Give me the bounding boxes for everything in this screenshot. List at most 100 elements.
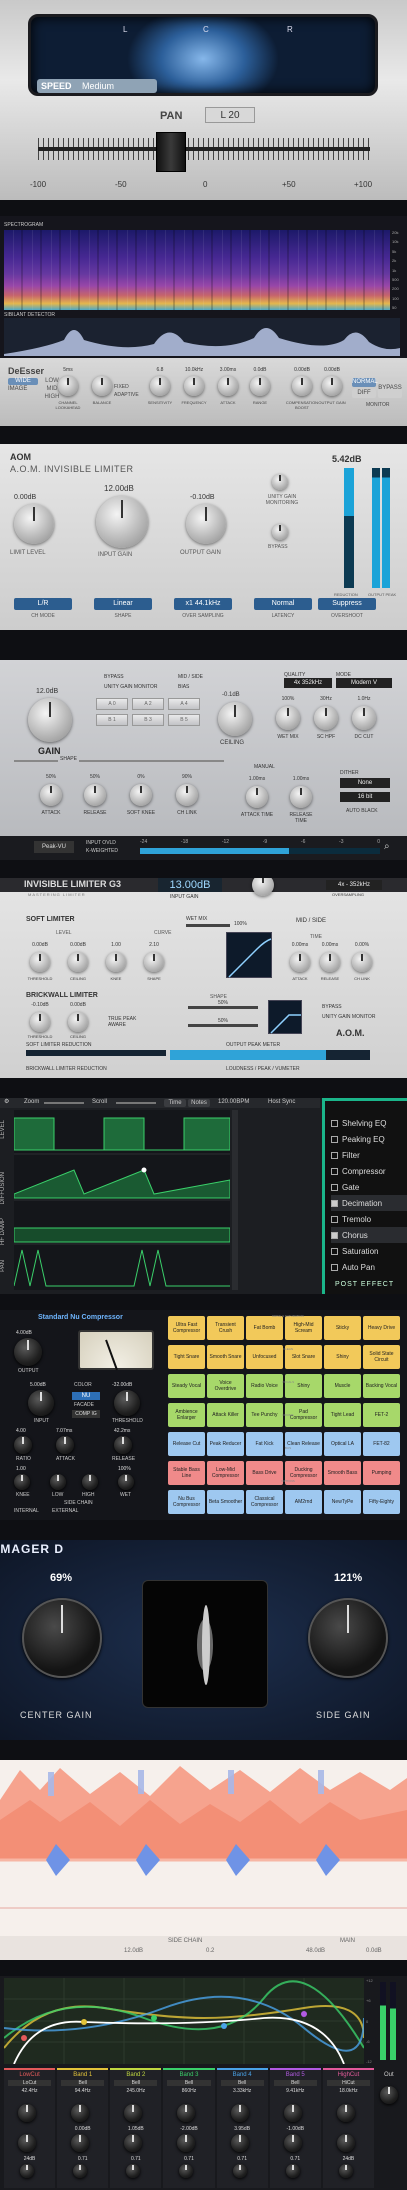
deesser-knob-6[interactable] — [292, 376, 312, 396]
preset-button[interactable]: Steady Vocal — [168, 1374, 205, 1398]
effect-item[interactable]: Shelving EQ — [331, 1115, 407, 1131]
speed-selector[interactable]: SPEED Medium — [37, 79, 157, 93]
preset-button[interactable]: Pumping — [363, 1461, 400, 1485]
scroll-label[interactable]: Scroll — [92, 1099, 107, 1105]
eq-band-type-select[interactable]: LoCut — [8, 2080, 52, 2086]
eq-gain-knob[interactable] — [124, 2134, 143, 2152]
effect-item[interactable]: Gate — [331, 1179, 407, 1195]
eq-band-title[interactable]: Band 3 — [163, 2072, 214, 2078]
aom-mode-button-3[interactable]: Normal — [254, 598, 312, 610]
preset-button[interactable]: Shiny — [324, 1345, 361, 1369]
release-slider[interactable] — [188, 1024, 258, 1027]
output-gain-knob[interactable] — [186, 504, 226, 544]
quality-select[interactable]: 4x 352kHz — [284, 678, 332, 688]
preset-button[interactable]: FET-82 — [363, 1432, 400, 1456]
effect-item[interactable]: Compressor — [331, 1163, 407, 1179]
eq-band-title[interactable]: LowCut — [4, 2072, 55, 2078]
deesser-knob-1[interactable] — [92, 376, 112, 396]
effect-checkbox[interactable] — [331, 1135, 338, 1143]
eq-curve-display[interactable] — [4, 1978, 364, 2064]
preset-button[interactable]: Nu Bus Compressor — [168, 1490, 205, 1514]
sc-low-knob[interactable] — [50, 1474, 66, 1490]
wet-mix-slider[interactable] — [186, 924, 230, 927]
eq-q-knob[interactable] — [285, 2164, 300, 2178]
g3-brick-knob-0[interactable] — [30, 1012, 50, 1032]
eq-band-type-select[interactable]: Bell — [61, 2080, 105, 2086]
zoom-label[interactable]: Zoom — [24, 1099, 39, 1105]
eq-band-type-select[interactable]: HiCut — [326, 2080, 370, 2086]
eq-gain-knob[interactable] — [283, 2134, 302, 2152]
effect-checkbox[interactable] — [331, 1263, 338, 1271]
preset-button[interactable]: FET-2 — [363, 1403, 400, 1427]
zoom-slider[interactable] — [44, 1102, 84, 1104]
effect-item[interactable]: Auto Pan — [331, 1259, 407, 1275]
effect-checkbox[interactable] — [331, 1183, 338, 1191]
preset-button[interactable]: Ambience Enlarger — [168, 1403, 205, 1427]
gain-option-checkbox[interactable]: BYPASS — [104, 674, 124, 680]
preset-button[interactable]: Smooth Snare — [207, 1345, 244, 1369]
g3-bypass-option[interactable]: BYPASS — [322, 1004, 342, 1010]
preset-button[interactable]: Tight Lead — [324, 1403, 361, 1427]
host-sync-checkbox[interactable]: Host Sync — [268, 1099, 295, 1105]
mid-side-option[interactable]: MID / SIDE — [296, 918, 326, 924]
ratio-knob[interactable] — [14, 1436, 32, 1454]
scroll-slider[interactable] — [116, 1102, 156, 1104]
eq-band-title[interactable]: Band 4 — [217, 2072, 268, 2078]
lane-scrollbar[interactable] — [232, 1110, 238, 1290]
input-knob[interactable] — [28, 1390, 54, 1416]
effect-item[interactable]: Tremolo — [331, 1211, 407, 1227]
eq-q-knob[interactable] — [73, 2164, 88, 2178]
meter-mode-select[interactable]: Peak-VU — [34, 841, 74, 853]
gain-option-checkbox[interactable]: MID / SIDE — [178, 674, 203, 680]
effect-checkbox[interactable] — [331, 1231, 338, 1239]
internal-option[interactable]: INTERNAL — [14, 1508, 39, 1514]
gain-time-knob-1[interactable] — [290, 786, 312, 808]
dither-select[interactable]: None — [340, 778, 390, 788]
deesser-knob-3[interactable] — [184, 376, 204, 396]
center-gain-knob[interactable] — [22, 1598, 102, 1678]
aom-mode-button-1[interactable]: Linear — [94, 598, 152, 610]
eq-gain-knob[interactable] — [336, 2134, 355, 2152]
preset-button[interactable]: Beta Smoother — [207, 1490, 244, 1514]
eq-band-type-select[interactable]: Bell — [220, 2080, 264, 2086]
gain-shape-knob-3[interactable] — [176, 784, 198, 806]
knee-knob[interactable] — [14, 1474, 30, 1490]
preset-button[interactable]: Peak Reducer — [207, 1432, 244, 1456]
gain-shape-knob-1[interactable] — [84, 784, 106, 806]
sc-value[interactable]: 12.0dB — [124, 1948, 143, 1954]
true-peak-option[interactable]: TRUE PEAK AWARE — [108, 1016, 148, 1028]
eq-freq-knob[interactable] — [177, 2104, 196, 2122]
gain-preset-button[interactable]: A 0 — [96, 698, 128, 710]
external-option[interactable]: EXTERNAL — [52, 1508, 78, 1514]
effect-checkbox[interactable] — [331, 1215, 338, 1223]
gain-right-knob-2[interactable] — [352, 706, 376, 730]
deesser-knob-2[interactable] — [150, 376, 170, 396]
input-ovld-option[interactable]: INPUT OVLD — [86, 840, 116, 846]
bpm-display[interactable]: 120.00BPM — [218, 1099, 249, 1105]
preset-button[interactable]: Release Cut — [168, 1432, 205, 1456]
g3-brick-knob-1[interactable] — [68, 1012, 88, 1032]
preset-button[interactable]: Radio Voice — [246, 1374, 283, 1398]
gain-knob[interactable] — [28, 698, 72, 742]
g3-soft-knob-6[interactable] — [352, 952, 372, 972]
eq-band-title[interactable]: Band 1 — [57, 2072, 108, 2078]
auto-black-checkbox[interactable]: AUTO BLACK — [346, 808, 378, 814]
effect-checkbox[interactable] — [331, 1167, 338, 1175]
threshold-knob[interactable] — [114, 1390, 140, 1416]
k-weighted-option[interactable]: K-WEIGHTED — [86, 848, 118, 854]
eq-freq-knob[interactable] — [336, 2104, 355, 2122]
mid-value[interactable]: 0.2 — [206, 1948, 214, 1954]
eq-q-knob[interactable] — [126, 2164, 141, 2178]
wet-knob[interactable] — [118, 1474, 134, 1490]
gain-shape-knob-2[interactable] — [130, 784, 152, 806]
aom-mode-button-0[interactable]: L/R — [14, 598, 72, 610]
gain-shape-knob-0[interactable] — [40, 784, 62, 806]
pan-slider-handle[interactable] — [156, 132, 186, 172]
pan-value-display[interactable]: L 20 — [205, 107, 255, 123]
preset-button[interactable]: Stable Bass Line — [168, 1461, 205, 1485]
eq-q-knob[interactable] — [232, 2164, 247, 2178]
input-gain-knob[interactable] — [96, 496, 148, 548]
gain-preset-button[interactable]: B 1 — [96, 714, 128, 726]
gain-right-knob-1[interactable] — [314, 706, 338, 730]
gain-right-knob-0[interactable] — [276, 706, 300, 730]
